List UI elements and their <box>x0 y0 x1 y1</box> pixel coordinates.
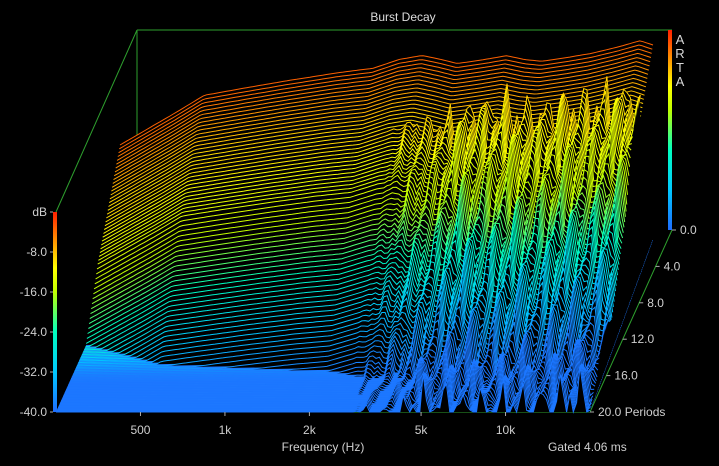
left-colorbar <box>53 212 57 412</box>
gate-note: Gated 4.06 ms <box>548 440 627 454</box>
x-axis-ticks: 500 1k 2k 5k 10k <box>130 412 516 437</box>
z-tick-label: dB <box>32 205 47 219</box>
x-tick-label: 10k <box>496 423 516 437</box>
arta-logo: ARTA <box>675 32 684 89</box>
logo-letter: T <box>676 60 684 75</box>
x-tick-label: 1k <box>219 423 233 437</box>
depth-tick-label: 4.0 <box>664 259 681 273</box>
x-tick-label: 5k <box>415 423 429 437</box>
chart-title: Burst Decay <box>370 10 435 24</box>
depth-tick-label: 12.0 <box>631 332 655 346</box>
waterfall-chart: Burst Decay ARTA dB -8.0 -16.0 -24.0 -32.0 -4… <box>20 10 697 454</box>
z-tick-label: -40.0 <box>20 405 48 419</box>
depth-tick-label: 8.0 <box>647 296 664 310</box>
z-tick-label: -8.0 <box>26 245 47 259</box>
x-axis-label: Frequency (Hz) <box>282 440 365 454</box>
depth-tick-label: 0.0 <box>680 223 697 237</box>
x-tick-label: 500 <box>130 423 150 437</box>
depth-tick-label: 20.0 Periods <box>598 405 665 419</box>
logo-letter: A <box>676 74 685 89</box>
waterfall-slices <box>56 40 654 414</box>
z-axis-ticks: dB -8.0 -16.0 -24.0 -32.0 -40.0 <box>20 205 53 419</box>
z-tick-label: -24.0 <box>20 325 48 339</box>
z-tick-label: -16.0 <box>20 285 48 299</box>
depth-tick-label: 16.0 <box>614 369 638 383</box>
logo-letter: R <box>675 46 684 61</box>
logo-letter: A <box>676 32 685 47</box>
x-tick-label: 2k <box>303 423 317 437</box>
z-tick-label: -32.0 <box>20 365 48 379</box>
right-colorbar <box>668 30 672 230</box>
